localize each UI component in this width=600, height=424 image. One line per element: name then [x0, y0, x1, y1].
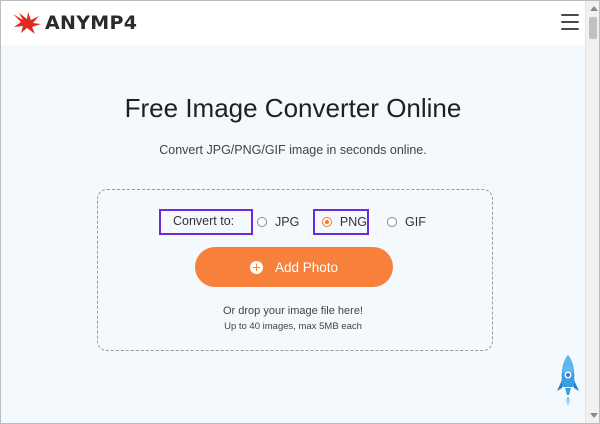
format-label-png: PNG	[339, 215, 367, 229]
upload-limit: Up to 40 images, max 5MB each	[224, 321, 362, 332]
browser-frame: ANYMP4 Free Image Converter Online Conve…	[0, 0, 600, 424]
drop-hint: Or drop your image file here!	[222, 305, 363, 317]
format-label-gif: GIF	[405, 215, 426, 229]
radio-jpg[interactable]	[257, 217, 267, 227]
anymp4-bird-logo-icon	[13, 12, 41, 34]
radio-gif[interactable]	[387, 217, 397, 227]
format-option-gif[interactable]: GIF	[387, 209, 426, 235]
format-label-jpg: JPG	[275, 215, 300, 229]
convert-to-label: Convert to:	[159, 209, 253, 235]
header: ANYMP4	[1, 1, 585, 45]
scroll-thumb[interactable]	[589, 17, 597, 39]
convert-options: Convert to: JPG PNG GIF	[1, 209, 585, 237]
scroll-down-arrow-icon[interactable]	[590, 413, 598, 418]
add-photo-button[interactable]: Add Photo	[195, 247, 393, 287]
brand-name: ANYMP4	[45, 12, 138, 34]
page-title: Free Image Converter Online	[124, 93, 462, 123]
hamburger-menu-icon[interactable]	[561, 14, 579, 32]
plus-circle-icon	[249, 260, 263, 274]
format-option-png[interactable]: PNG	[313, 209, 369, 235]
page-subtitle: Convert JPG/PNG/GIF image in seconds onl…	[159, 143, 427, 157]
logo[interactable]: ANYMP4	[11, 10, 137, 36]
vertical-scrollbar[interactable]	[585, 1, 599, 423]
format-option-jpg[interactable]: JPG	[257, 209, 299, 235]
main-content: Free Image Converter Online Convert JPG/…	[1, 45, 585, 423]
add-photo-label: Add Photo	[274, 259, 339, 275]
rocket-icon[interactable]	[555, 353, 581, 413]
scroll-up-arrow-icon[interactable]	[590, 6, 598, 11]
radio-png[interactable]	[322, 217, 332, 227]
